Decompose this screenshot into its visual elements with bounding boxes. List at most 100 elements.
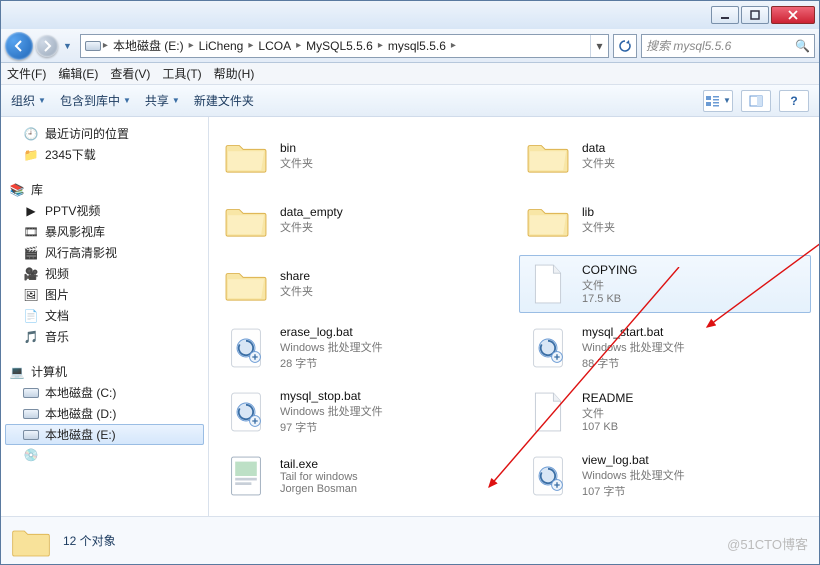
file-list[interactable]: bin文件夹data文件夹data_empty文件夹lib文件夹share文件夹…	[209, 117, 819, 516]
file-size: Jorgen Bosman	[280, 483, 358, 495]
tree-fengxing[interactable]: 🎬风行高清影视	[5, 242, 204, 263]
computer-icon: 💻	[9, 364, 25, 380]
folder-icon	[524, 196, 572, 244]
file-size: 88 字节	[582, 355, 685, 371]
menu-bar: 文件(F) 编辑(E) 查看(V) 工具(T) 帮助(H)	[1, 63, 819, 85]
file-item[interactable]: lib文件夹	[519, 191, 811, 249]
help-button[interactable]: ?	[779, 90, 809, 112]
folder-icon	[222, 260, 270, 308]
file-size: 107 字节	[582, 483, 685, 499]
file-item[interactable]: data文件夹	[519, 127, 811, 185]
cmd-share[interactable]: 共享▼	[145, 92, 180, 109]
menu-tools[interactable]: 工具(T)	[162, 65, 201, 82]
file-item[interactable]: data_empty文件夹	[217, 191, 509, 249]
file-item[interactable]: README文件107 KB	[519, 383, 811, 441]
file-item[interactable]: erase_log.batWindows 批处理文件28 字节	[217, 319, 509, 377]
search-icon[interactable]: 🔍	[795, 39, 810, 53]
menu-file[interactable]: 文件(F)	[7, 65, 46, 82]
file-item[interactable]: tail.exeTail for windowsJorgen Bosman	[217, 447, 509, 505]
menu-help[interactable]: 帮助(H)	[214, 65, 255, 82]
file-size: 97 字节	[280, 419, 383, 435]
chevron-right-icon[interactable]: ▸	[187, 40, 196, 51]
menu-view[interactable]: 查看(V)	[110, 65, 150, 82]
tree-videos[interactable]: 🎥视频	[5, 263, 204, 284]
nav-tree[interactable]: 🕘最近访问的位置 📁2345下载 📚库 ▶PPTV视频 🎞暴风影视库 🎬风行高清…	[1, 117, 209, 516]
document-icon: 📄	[23, 308, 39, 324]
cmd-new-folder[interactable]: 新建文件夹	[194, 92, 254, 109]
tree-recent[interactable]: 🕘最近访问的位置	[5, 123, 204, 144]
file-icon	[524, 388, 572, 436]
file-name: mysql_stop.bat	[280, 389, 383, 403]
file-name: lib	[582, 205, 615, 219]
breadcrumb-seg[interactable]: mysql5.5.6	[385, 39, 449, 53]
disk-icon	[23, 427, 39, 443]
chevron-right-icon[interactable]: ▸	[294, 40, 303, 51]
fengxing-icon: 🎬	[23, 245, 39, 261]
tree-disk-c[interactable]: 本地磁盘 (C:)	[5, 382, 204, 403]
file-item[interactable]: mysql_stop.batWindows 批处理文件97 字节	[217, 383, 509, 441]
maximize-button[interactable]	[741, 6, 769, 24]
address-dropdown-icon[interactable]: ▾	[590, 35, 608, 57]
file-item[interactable]: view_log.batWindows 批处理文件107 字节	[519, 447, 811, 505]
history-dropdown-icon[interactable]: ▼	[63, 41, 72, 51]
status-bar: 12 个对象	[1, 516, 819, 564]
file-type: Windows 批处理文件	[280, 339, 383, 355]
file-type: 文件夹	[280, 283, 313, 299]
file-type: 文件夹	[280, 155, 313, 171]
chevron-right-icon[interactable]: ▸	[246, 40, 255, 51]
tree-disk-d[interactable]: 本地磁盘 (D:)	[5, 403, 204, 424]
tree-baofeng[interactable]: 🎞暴风影视库	[5, 221, 204, 242]
file-item[interactable]: bin文件夹	[217, 127, 509, 185]
chevron-down-icon: ▼	[172, 96, 180, 105]
view-mode-button[interactable]: ▼	[703, 90, 733, 112]
file-size: 17.5 KB	[582, 293, 637, 305]
chevron-right-icon[interactable]: ▸	[449, 40, 458, 51]
tree-pptv[interactable]: ▶PPTV视频	[5, 200, 204, 221]
tree-disk-e[interactable]: 本地磁盘 (E:)	[5, 424, 204, 445]
minimize-button[interactable]	[711, 6, 739, 24]
breadcrumb-seg[interactable]: 本地磁盘 (E:)	[110, 37, 187, 54]
tree-2345dl[interactable]: 📁2345下载	[5, 144, 204, 165]
titlebar[interactable]	[1, 1, 819, 29]
tree-documents[interactable]: 📄文档	[5, 305, 204, 326]
pptv-icon: ▶	[23, 203, 39, 219]
watermark: @51CTO博客	[727, 534, 808, 553]
tree-computer[interactable]: 💻计算机	[5, 361, 204, 382]
file-icon	[524, 260, 572, 308]
file-item[interactable]: COPYING文件17.5 KB	[519, 255, 811, 313]
file-type: 文件	[582, 277, 637, 293]
library-icon: 📚	[9, 182, 25, 198]
file-name: erase_log.bat	[280, 325, 383, 339]
file-item[interactable]: share文件夹	[217, 255, 509, 313]
chevron-right-icon[interactable]: ▸	[376, 40, 385, 51]
tree-music[interactable]: 🎵音乐	[5, 326, 204, 347]
cmd-include-library[interactable]: 包含到库中▼	[60, 92, 131, 109]
file-type: 文件夹	[280, 219, 343, 235]
search-box[interactable]: 搜索 mysql5.5.6 🔍	[641, 34, 815, 58]
refresh-button[interactable]	[613, 34, 637, 58]
explorer-window: ▼ ▸ 本地磁盘 (E:) ▸ LiCheng ▸ LCOA ▸ MySQL5.…	[0, 0, 820, 565]
file-size: 28 字节	[280, 355, 383, 371]
chevron-right-icon[interactable]: ▸	[101, 40, 110, 51]
bat-icon	[524, 324, 572, 372]
folder-icon: 📁	[23, 147, 39, 163]
tree-unknown-drive[interactable]: 💿	[5, 445, 204, 465]
disk-icon	[23, 406, 39, 422]
breadcrumb-seg[interactable]: MySQL5.5.6	[303, 39, 376, 53]
file-item[interactable]: mysql_start.batWindows 批处理文件88 字节	[519, 319, 811, 377]
breadcrumb-seg[interactable]: LiCheng	[196, 39, 247, 53]
file-type: 文件夹	[582, 155, 615, 171]
forward-button[interactable]	[36, 35, 58, 57]
address-bar[interactable]: ▸ 本地磁盘 (E:) ▸ LiCheng ▸ LCOA ▸ MySQL5.5.…	[80, 34, 609, 58]
breadcrumb-seg[interactable]: LCOA	[255, 39, 294, 53]
cmd-organize[interactable]: 组织▼	[11, 92, 46, 109]
tree-libraries[interactable]: 📚库	[5, 179, 204, 200]
tree-pictures[interactable]: 🖼图片	[5, 284, 204, 305]
file-type: 文件夹	[582, 219, 615, 235]
chevron-down-icon: ▼	[38, 96, 46, 105]
preview-pane-button[interactable]	[741, 90, 771, 112]
menu-edit[interactable]: 编辑(E)	[58, 65, 98, 82]
close-button[interactable]	[771, 6, 815, 24]
folder-icon	[222, 196, 270, 244]
back-button[interactable]	[5, 32, 33, 60]
